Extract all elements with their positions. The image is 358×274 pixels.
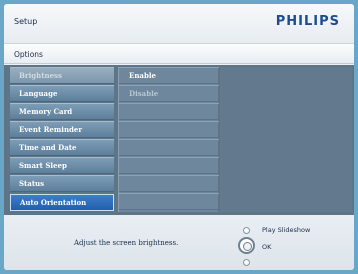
- submenu-empty-row: [119, 103, 219, 120]
- submenu-empty-row: [119, 157, 219, 174]
- menu-item-auto-orientation[interactable]: Auto Orientation: [10, 194, 114, 211]
- play-slideshow-label: Play Slideshow: [262, 226, 311, 234]
- breadcrumb-label: Options: [14, 50, 43, 59]
- help-text: Adjust the screen brightness.: [74, 239, 179, 247]
- menu-item-time-and-date[interactable]: Time and Date: [10, 139, 114, 156]
- title-bar: Setup PHILIPS: [4, 4, 354, 44]
- breadcrumb: Options: [4, 44, 354, 64]
- menu-item-memory-card[interactable]: Memory Card: [10, 103, 114, 120]
- brand-logo: PHILIPS: [275, 14, 340, 29]
- submenu-empty-row: [119, 175, 219, 192]
- menu-panel: Brightness Language Memory Card Event Re…: [4, 65, 354, 215]
- ok-button-icon[interactable]: [238, 237, 255, 254]
- page-title: Setup: [14, 17, 38, 26]
- menu-item-brightness[interactable]: Brightness: [10, 67, 114, 84]
- submenu-empty-row: [119, 193, 219, 210]
- nav-down-button-icon[interactable]: [243, 259, 250, 266]
- menu-item-event-reminder[interactable]: Event Reminder: [10, 121, 114, 138]
- menu-item-smart-sleep[interactable]: Smart Sleep: [10, 157, 114, 174]
- main-menu: Brightness Language Memory Card Event Re…: [10, 67, 114, 212]
- footer: Adjust the screen brightness. Play Slide…: [4, 215, 354, 270]
- preview-pane: [220, 67, 352, 212]
- ok-label: OK: [262, 243, 272, 251]
- nav-up-button-icon[interactable]: [243, 227, 250, 234]
- menu-item-language[interactable]: Language: [10, 85, 114, 102]
- submenu-empty-row: [119, 139, 219, 156]
- menu-item-status[interactable]: Status: [10, 175, 114, 192]
- submenu-empty-row: [119, 121, 219, 138]
- submenu-item-disable[interactable]: Disable: [119, 85, 219, 102]
- submenu: Enable Disable: [118, 67, 219, 212]
- settings-screen: Setup PHILIPS Options Brightness Languag…: [4, 4, 354, 270]
- submenu-item-enable[interactable]: Enable: [119, 67, 219, 84]
